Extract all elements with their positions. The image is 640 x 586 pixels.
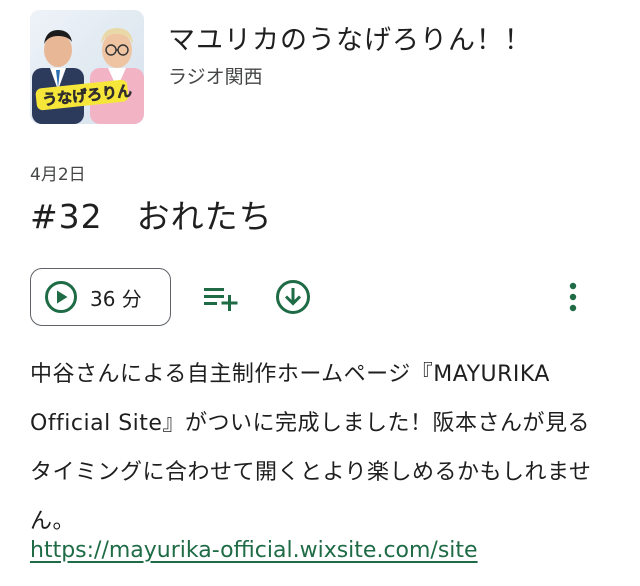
official-site-link[interactable]: https://mayurika-official.wixsite.com/si… <box>30 538 478 563</box>
playlist-add-icon <box>204 288 238 311</box>
download-button[interactable] <box>274 278 312 316</box>
add-to-queue-button[interactable] <box>202 280 240 314</box>
more-vert-icon <box>569 282 577 312</box>
publisher-name[interactable]: ラジオ関西 <box>168 62 263 89</box>
download-circle-icon <box>276 280 310 314</box>
more-options-button[interactable] <box>564 278 582 316</box>
show-title[interactable]: マユリカのうなげろりん！！ <box>168 18 532 57</box>
episode-date: 4月2日 <box>30 165 86 185</box>
episode-actions: 36 分 <box>30 268 610 328</box>
podcast-header: うなげろりん マユリカのうなげろりん！！ ラジオ関西 <box>30 10 610 128</box>
play-button[interactable]: 36 分 <box>30 268 171 326</box>
episode-description: 中谷さんによる自主制作ホームページ『MAYURIKA Official Site… <box>30 362 592 534</box>
episode-title: #32 おれたち <box>30 197 273 236</box>
episode-duration: 36 分 <box>90 286 142 311</box>
podcast-artwork[interactable]: うなげろりん <box>30 10 144 124</box>
play-circle-icon <box>45 281 77 313</box>
artwork-image: うなげろりん <box>30 10 144 124</box>
